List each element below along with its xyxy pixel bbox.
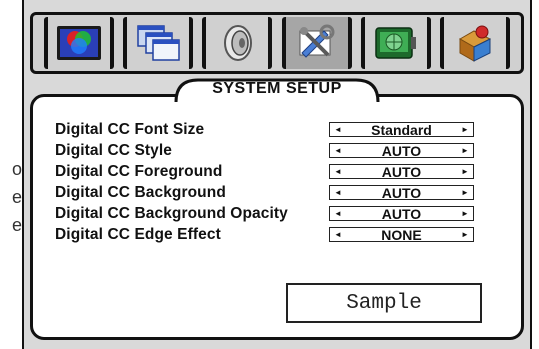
setting-row-foreground[interactable]: Digital CC Foreground ◄ AUTO ► [55,161,511,182]
clipped-left-text: o e e [0,160,22,234]
setting-label: Digital CC Edge Effect [55,225,221,243]
setting-row-background[interactable]: Digital CC Background ◄ AUTO ► [55,182,511,203]
setting-label: Digital CC Font Size [55,120,205,138]
left-arrow-icon[interactable]: ◄ [333,188,343,197]
clipped-text-fragment: o [11,159,22,179]
left-arrow-icon[interactable]: ◄ [333,146,343,155]
tab-setup[interactable] [281,17,352,69]
setting-label: Digital CC Style [55,141,173,159]
globe-channel-icon [372,21,420,65]
tools-setup-icon [293,21,341,65]
right-arrow-icon[interactable]: ► [460,188,470,197]
tv-osd-screen: o e e Digital CC Font Size ◄ Standard ► … [0,0,539,349]
setting-row-edge-effect[interactable]: Digital CC Edge Effect ◄ NONE ► [55,224,511,245]
right-arrow-icon[interactable]: ► [460,209,470,218]
color-picture-icon [55,21,103,65]
selector-value: AUTO [381,205,422,222]
speaker-audio-icon [213,21,261,65]
tab-picture[interactable] [43,17,114,69]
clipped-text-fragment: e [11,187,22,207]
foreground-selector[interactable]: ◄ AUTO ► [329,164,474,179]
caption-sample-preview: Sample [286,283,482,323]
setting-row-font-size[interactable]: Digital CC Font Size ◄ Standard ► [55,119,511,140]
osd-window: Digital CC Font Size ◄ Standard ► Digita… [22,0,532,349]
tab-audio[interactable] [202,17,273,69]
selector-value: AUTO [381,163,422,180]
settings-list: Digital CC Font Size ◄ Standard ► Digita… [55,119,511,245]
panel-title-tab: SYSTEM SETUP [174,78,380,102]
background-opacity-selector[interactable]: ◄ AUTO ► [329,206,474,221]
windows-pip-icon [134,21,182,65]
background-selector[interactable]: ◄ AUTO ► [329,185,474,200]
right-arrow-icon[interactable]: ► [460,146,470,155]
tab-lock[interactable] [440,17,511,69]
left-arrow-icon[interactable]: ◄ [333,230,343,239]
setting-row-style[interactable]: Digital CC Style ◄ AUTO ► [55,140,511,161]
setting-label: Digital CC Background Opacity [55,204,288,222]
setting-label: Digital CC Background [55,183,226,201]
menu-icon-bar [30,12,524,74]
selector-value: Standard [371,121,432,138]
style-selector[interactable]: ◄ AUTO ► [329,143,474,158]
tab-channel[interactable] [360,17,431,69]
left-arrow-icon[interactable]: ◄ [333,167,343,176]
clipped-text-fragment: e [11,215,22,235]
page-title: SYSTEM SETUP [212,80,342,97]
parental-lock-icon [451,21,499,65]
tab-pip[interactable] [122,17,193,69]
font-size-selector[interactable]: ◄ Standard ► [329,122,474,137]
right-arrow-icon[interactable]: ► [460,125,470,134]
right-arrow-icon[interactable]: ► [460,230,470,239]
setting-row-background-opacity[interactable]: Digital CC Background Opacity ◄ AUTO ► [55,203,511,224]
setting-label: Digital CC Foreground [55,162,223,180]
selector-value: NONE [381,226,422,243]
selector-value: AUTO [381,142,422,159]
left-arrow-icon[interactable]: ◄ [333,209,343,218]
right-arrow-icon[interactable]: ► [460,167,470,176]
left-arrow-icon[interactable]: ◄ [333,125,343,134]
edge-effect-selector[interactable]: ◄ NONE ► [329,227,474,242]
system-setup-panel: Digital CC Font Size ◄ Standard ► Digita… [30,94,524,340]
selector-value: AUTO [381,184,422,201]
